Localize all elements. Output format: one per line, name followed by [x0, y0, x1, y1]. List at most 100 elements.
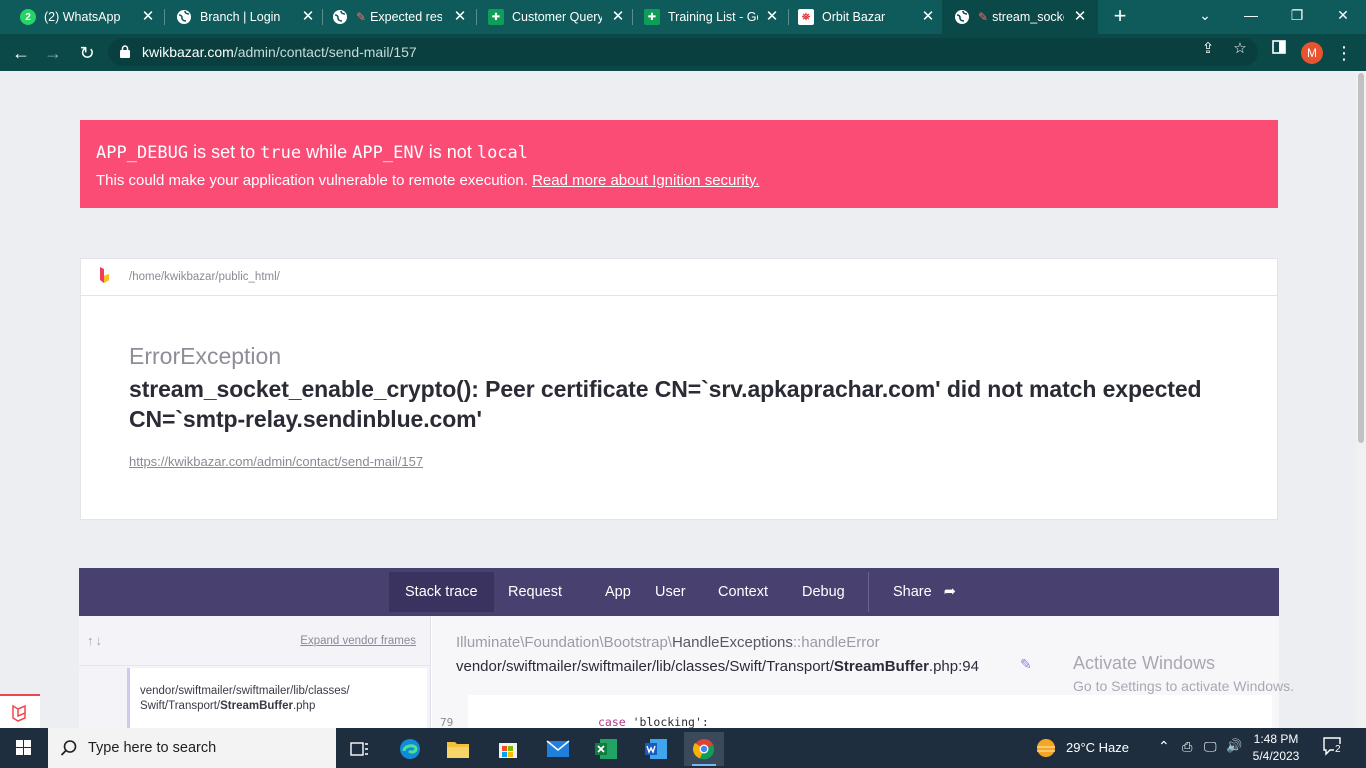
page-viewport: APP_DEBUG is set to true while APP_ENV i…	[0, 71, 1356, 728]
notification-count: 2	[1334, 744, 1342, 755]
windows-start-icon[interactable]	[0, 728, 48, 768]
share-icon[interactable]: ⇪	[1199, 40, 1217, 58]
tab-expected-response[interactable]: ✎ Expected resp ✕	[312, 0, 474, 34]
lock-icon	[120, 45, 130, 58]
app-path: /home/kwikbazar/public_html/	[129, 271, 280, 283]
weather-text[interactable]: 29°C Haze	[1066, 740, 1129, 755]
file-explorer-icon[interactable]	[438, 732, 478, 766]
close-window-button[interactable]: ✕	[1320, 0, 1366, 32]
whatsapp-icon: 2	[20, 9, 36, 25]
search-icon	[60, 740, 77, 756]
tab-customer-query[interactable]: ✚ Customer Query ✕	[468, 0, 632, 34]
watermark-subtitle: Go to Settings to activate Windows.	[1073, 678, 1294, 694]
network-icon[interactable]: 🖵	[1204, 739, 1217, 755]
close-tab-icon[interactable]: ✕	[1072, 9, 1088, 25]
ignition-badge[interactable]	[0, 694, 40, 728]
task-view-icon[interactable]	[340, 732, 380, 766]
edit-pencil-icon[interactable]: ✎	[1020, 656, 1038, 674]
url-text: kwikbazar.com/admin/contact/send-mail/15…	[142, 44, 417, 60]
profile-avatar[interactable]: M	[1301, 42, 1323, 64]
share-arrow-icon: ➦	[943, 584, 956, 600]
tab-context[interactable]: Context	[702, 572, 784, 612]
page-scrollbar[interactable]	[1356, 71, 1366, 728]
exception-card: /home/kwikbazar/public_html/ ErrorExcept…	[80, 258, 1278, 520]
side-panel-icon[interactable]	[1270, 40, 1288, 58]
pen-icon: ✎	[978, 10, 989, 24]
frame-file-path: vendor/swiftmailer/swiftmailer/lib/class…	[456, 658, 979, 675]
forward-arrow-icon[interactable]: →	[40, 40, 66, 66]
share-label: Share	[893, 584, 932, 600]
new-tab-button[interactable]: +	[1108, 5, 1132, 29]
frames-list: ↑↓ Expand vendor frames vendor/swiftmail…	[79, 616, 431, 728]
sheets-icon: ✚	[488, 9, 504, 25]
tab-user[interactable]: User	[639, 572, 702, 612]
stack-frame[interactable]: vendor/swiftmailer/swiftmailer/lib/class…	[127, 668, 427, 728]
tab-title: Expected resp	[370, 10, 443, 24]
bookmark-star-icon[interactable]: ☆	[1231, 40, 1249, 58]
ignition-tab-bar: Stack trace Request App User Context Deb…	[79, 568, 1279, 616]
show-hidden-icons-chevron-icon[interactable]: ⌃	[1158, 738, 1170, 755]
address-bar[interactable]: kwikbazar.com/admin/contact/send-mail/15…	[108, 38, 1258, 66]
exception-class: ErrorException	[129, 343, 282, 369]
globe-icon	[332, 9, 348, 25]
restore-button[interactable]: ❐	[1274, 0, 1320, 32]
tab-search-chevron-icon[interactable]: ⌄	[1182, 0, 1228, 32]
tab-request[interactable]: Request	[492, 572, 578, 612]
tab-orbit-bazar[interactable]: ⛯ Orbit Bazar ✕	[778, 0, 942, 34]
card-header: /home/kwikbazar/public_html/	[81, 259, 1277, 296]
microsoft-store-icon[interactable]	[488, 732, 528, 766]
clock-time: 1:48 PM	[1253, 732, 1299, 746]
tab-title: Customer Query	[512, 10, 602, 24]
word-icon[interactable]	[636, 732, 676, 766]
tab-title: Branch | Login	[200, 10, 281, 24]
watermark-title: Activate Windows	[1073, 653, 1216, 673]
frame-file: Swift/Transport/StreamBuffer.php	[140, 700, 316, 712]
scroll-thumb[interactable]	[1358, 73, 1364, 443]
tab-whatsapp[interactable]: 2 (2) WhatsApp ✕	[0, 0, 162, 34]
tab-stack-trace[interactable]: Stack trace	[389, 572, 494, 612]
tab-title: Training List - Go	[668, 10, 758, 24]
close-tab-icon[interactable]: ✕	[920, 9, 936, 25]
debug-warning-banner: APP_DEBUG is set to true while APP_ENV i…	[80, 120, 1278, 208]
warning-description: This could make your application vulnera…	[96, 172, 760, 189]
exception-message: stream_socket_enable_crypto(): Peer cert…	[129, 376, 1202, 432]
more-menu-icon[interactable]: ⋮	[1335, 40, 1353, 66]
chrome-icon[interactable]	[684, 732, 724, 766]
laravel-logo-icon	[99, 266, 111, 289]
taskbar-clock[interactable]: 1:48 PM 5/4/2023	[1243, 731, 1309, 765]
tab-title: Orbit Bazar	[822, 10, 886, 24]
activate-windows-watermark: Activate Windows Go to Settings to activ…	[1073, 652, 1294, 696]
weather-icon[interactable]	[1034, 736, 1058, 765]
ignition-logo-icon	[12, 704, 26, 722]
code-line: case 'blocking':	[598, 715, 709, 728]
device-icon[interactable]: ⎙	[1182, 739, 1192, 755]
tab-title: (2) WhatsApp	[44, 10, 121, 24]
warning-title: APP_DEBUG is set to true while APP_ENV i…	[96, 142, 529, 163]
minimize-button[interactable]: —	[1228, 0, 1274, 32]
excel-icon[interactable]	[586, 732, 626, 766]
sheets-icon: ✚	[644, 9, 660, 25]
close-tab-icon[interactable]: ✕	[452, 9, 468, 25]
notification-center-icon[interactable]: 2	[1322, 736, 1348, 760]
reload-icon[interactable]: ↻	[74, 40, 100, 66]
tab-stream-socket[interactable]: ✎ stream_socke ✕	[942, 0, 1098, 34]
expand-vendor-frames-link[interactable]: Expand vendor frames	[300, 635, 416, 647]
ignition-security-link[interactable]: Read more about Ignition security.	[532, 172, 759, 189]
tab-debug[interactable]: Debug	[786, 572, 861, 612]
taskbar-search-input[interactable]: Type here to search	[48, 728, 336, 768]
tab-branch-login[interactable]: Branch | Login ✕	[156, 0, 322, 34]
back-arrow-icon[interactable]: ←	[8, 40, 34, 66]
edge-icon[interactable]	[390, 732, 430, 766]
tab-training-list[interactable]: ✚ Training List - Go ✕	[624, 0, 786, 34]
tab-title: stream_socke	[992, 10, 1065, 24]
volume-icon[interactable]: 🔊	[1226, 738, 1242, 754]
mail-icon[interactable]	[538, 732, 578, 766]
close-tab-icon[interactable]: ✕	[140, 9, 156, 25]
frame-nav-arrows-icon[interactable]: ↑↓	[87, 633, 104, 648]
tab-share[interactable]: Share ➦	[877, 572, 972, 612]
windows-taskbar: Type here to search 29°C Haze ⌃ ⎙ 🖵 🔊 1:…	[0, 728, 1366, 768]
orbit-bazar-icon: ⛯	[798, 9, 814, 25]
code-snippet	[468, 695, 1272, 728]
request-url-link[interactable]: https://kwikbazar.com/admin/contact/send…	[129, 454, 1229, 469]
frame-path: vendor/swiftmailer/swiftmailer/lib/class…	[140, 685, 350, 697]
